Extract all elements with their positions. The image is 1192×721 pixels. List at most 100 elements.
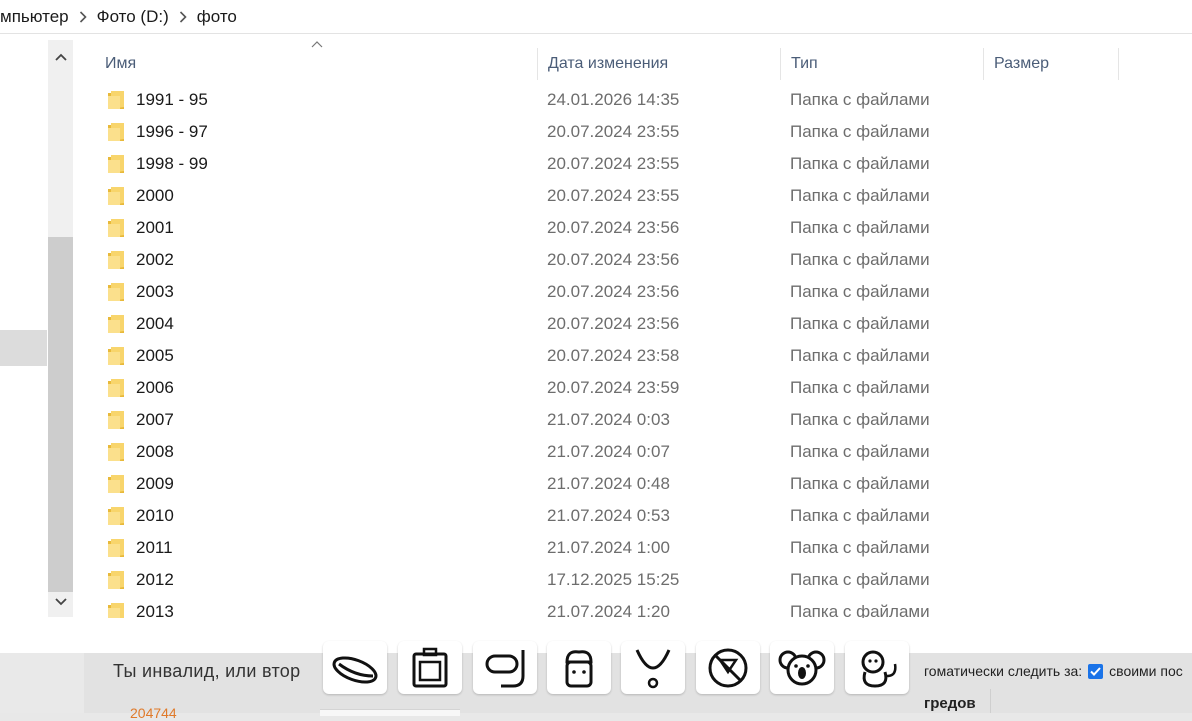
breadcrumb: мпьютер Фото (D:) фото <box>0 0 1192 34</box>
file-date-modified: 21.07.2024 0:07 <box>547 442 670 461</box>
table-row[interactable]: 2007 21.07.2024 0:03 Папка с файлами <box>73 405 1192 437</box>
file-name[interactable]: 2004 <box>136 314 174 334</box>
file-name[interactable]: 2005 <box>136 346 174 366</box>
file-type: Папка с файлами <box>790 378 930 397</box>
file-date-modified: 21.07.2024 0:03 <box>547 410 670 429</box>
column-header-type[interactable]: Тип <box>781 48 984 80</box>
chef-icon[interactable] <box>547 641 611 694</box>
sort-ascending-icon <box>311 41 323 48</box>
file-date-modified: 24.01.2026 14:35 <box>547 90 680 109</box>
monkey-icon[interactable] <box>845 641 909 694</box>
table-row[interactable]: 1996 - 97 20.07.2024 23:55 Папка с файлами <box>73 117 1192 149</box>
file-name[interactable]: 1998 - 99 <box>136 154 208 174</box>
file-type: Папка с файлами <box>790 186 930 205</box>
own-posts-label[interactable]: своими пос <box>1109 663 1183 679</box>
folder-icon <box>107 570 125 590</box>
file-type: Папка с файлами <box>790 282 930 301</box>
necklace-icon[interactable] <box>621 641 685 694</box>
file-type: Папка с файлами <box>790 346 930 365</box>
breadcrumb-item-computer[interactable]: мпьютер <box>0 7 73 27</box>
folder-icon <box>107 186 125 206</box>
folder-icon <box>107 282 125 302</box>
hotdog-icon[interactable] <box>323 641 387 694</box>
no-drinking-icon[interactable] <box>696 641 760 694</box>
file-type: Папка с файлами <box>790 122 930 141</box>
table-row[interactable]: 1991 - 95 24.01.2026 14:35 Папка с файлами <box>73 85 1192 117</box>
table-row[interactable]: 2000 20.07.2024 23:55 Папка с файлами <box>73 181 1192 213</box>
post-text: Ты инвалид, или втор <box>113 661 301 681</box>
file-name[interactable]: 2010 <box>136 506 174 526</box>
column-header-row: Имя Дата изменения Тип Размер <box>73 48 1192 80</box>
table-row[interactable]: 2001 20.07.2024 23:56 Папка с файлами <box>73 213 1192 245</box>
table-row[interactable]: 2011 21.07.2024 1:00 Папка с файлами <box>73 533 1192 565</box>
scrollbar-thumb[interactable] <box>48 237 73 592</box>
column-header-date-modified[interactable]: Дата изменения <box>538 48 781 80</box>
chevron-down-icon <box>54 598 67 606</box>
table-row[interactable]: 2008 21.07.2024 0:07 Папка с файлами <box>73 437 1192 469</box>
own-posts-checkbox[interactable] <box>1088 663 1104 679</box>
file-name[interactable]: 2012 <box>136 570 174 590</box>
file-date-modified: 21.07.2024 1:20 <box>547 602 670 618</box>
breadcrumb-item-folder[interactable]: фото <box>193 7 241 27</box>
folder-icon <box>107 154 125 174</box>
file-type: Папка с файлами <box>790 442 930 461</box>
nav-pane-scrollbar[interactable] <box>48 40 73 617</box>
file-name[interactable]: 2007 <box>136 410 174 430</box>
file-name[interactable]: 1996 - 97 <box>136 122 208 142</box>
file-type: Папка с файлами <box>790 538 930 557</box>
table-row[interactable]: 2010 21.07.2024 0:53 Папка с файлами <box>73 501 1192 533</box>
post-number[interactable]: 204744 <box>130 705 177 721</box>
koala-icon[interactable] <box>770 641 834 694</box>
file-date-modified: 20.07.2024 23:56 <box>547 250 680 269</box>
file-name[interactable]: 2011 <box>136 538 173 558</box>
file-name[interactable]: 1991 - 95 <box>136 90 208 110</box>
table-row[interactable]: 2003 20.07.2024 23:56 Папка с файлами <box>73 277 1192 309</box>
table-row[interactable]: 2002 20.07.2024 23:56 Папка с файлами <box>73 245 1192 277</box>
chevron-right-icon[interactable] <box>73 10 93 23</box>
table-row[interactable]: 2005 20.07.2024 23:58 Папка с файлами <box>73 341 1192 373</box>
table-row[interactable]: 2012 17.12.2025 15:25 Папка с файлами <box>73 565 1192 597</box>
folder-icon <box>107 218 125 238</box>
file-date-modified: 20.07.2024 23:56 <box>547 218 680 237</box>
folder-icon <box>107 506 125 526</box>
folder-icon <box>107 346 125 366</box>
file-date-modified: 17.12.2025 15:25 <box>547 570 680 589</box>
file-date-modified: 20.07.2024 23:55 <box>547 154 680 173</box>
scroll-down-button[interactable] <box>48 587 73 617</box>
background-web-page: Ты инвалид, или втор 204744 гоматически … <box>0 641 1192 721</box>
suitcase-icon[interactable] <box>398 641 462 694</box>
table-row[interactable]: 2009 21.07.2024 0:48 Папка с файлами <box>73 469 1192 501</box>
folder-icon <box>107 122 125 142</box>
file-name[interactable]: 2002 <box>136 250 174 270</box>
file-type: Папка с файлами <box>790 218 930 237</box>
file-name[interactable]: 2003 <box>136 282 174 302</box>
file-type: Папка с файлами <box>790 250 930 269</box>
breadcrumb-item-drive[interactable]: Фото (D:) <box>93 7 173 27</box>
nav-pane-selected-item[interactable] <box>0 330 47 366</box>
snorkel-mask-icon[interactable] <box>473 641 537 694</box>
chevron-right-icon[interactable] <box>173 10 193 23</box>
column-header-size[interactable]: Размер <box>984 48 1119 80</box>
scroll-up-button[interactable] <box>48 42 73 72</box>
folder-icon <box>107 378 125 398</box>
file-date-modified: 20.07.2024 23:59 <box>547 378 680 397</box>
table-row[interactable]: 2004 20.07.2024 23:56 Папка с файлами <box>73 309 1192 341</box>
file-name[interactable]: 2009 <box>136 474 174 494</box>
folder-icon <box>107 314 125 334</box>
file-type: Папка с файлами <box>790 314 930 333</box>
file-type: Папка с файлами <box>790 602 930 618</box>
file-name[interactable]: 2006 <box>136 378 174 398</box>
file-rows: 1991 - 95 24.01.2026 14:35 Папка с файлами… <box>73 85 1192 618</box>
table-row[interactable]: 2013 21.07.2024 1:20 Папка с файлами <box>73 597 1192 618</box>
file-name[interactable]: 2001 <box>136 218 174 238</box>
checkmark-icon <box>1090 666 1101 676</box>
navigation-pane <box>0 34 47 619</box>
file-name[interactable]: 2000 <box>136 186 174 206</box>
table-row[interactable]: 2006 20.07.2024 23:59 Папка с файлами <box>73 373 1192 405</box>
folder-icon <box>107 538 125 558</box>
table-row[interactable]: 1998 - 99 20.07.2024 23:55 Папка с файлами <box>73 149 1192 181</box>
file-date-modified: 21.07.2024 0:48 <box>547 474 670 493</box>
file-name[interactable]: 2008 <box>136 442 174 462</box>
file-name[interactable]: 2013 <box>136 602 174 618</box>
column-header-name[interactable]: Имя <box>95 48 538 80</box>
